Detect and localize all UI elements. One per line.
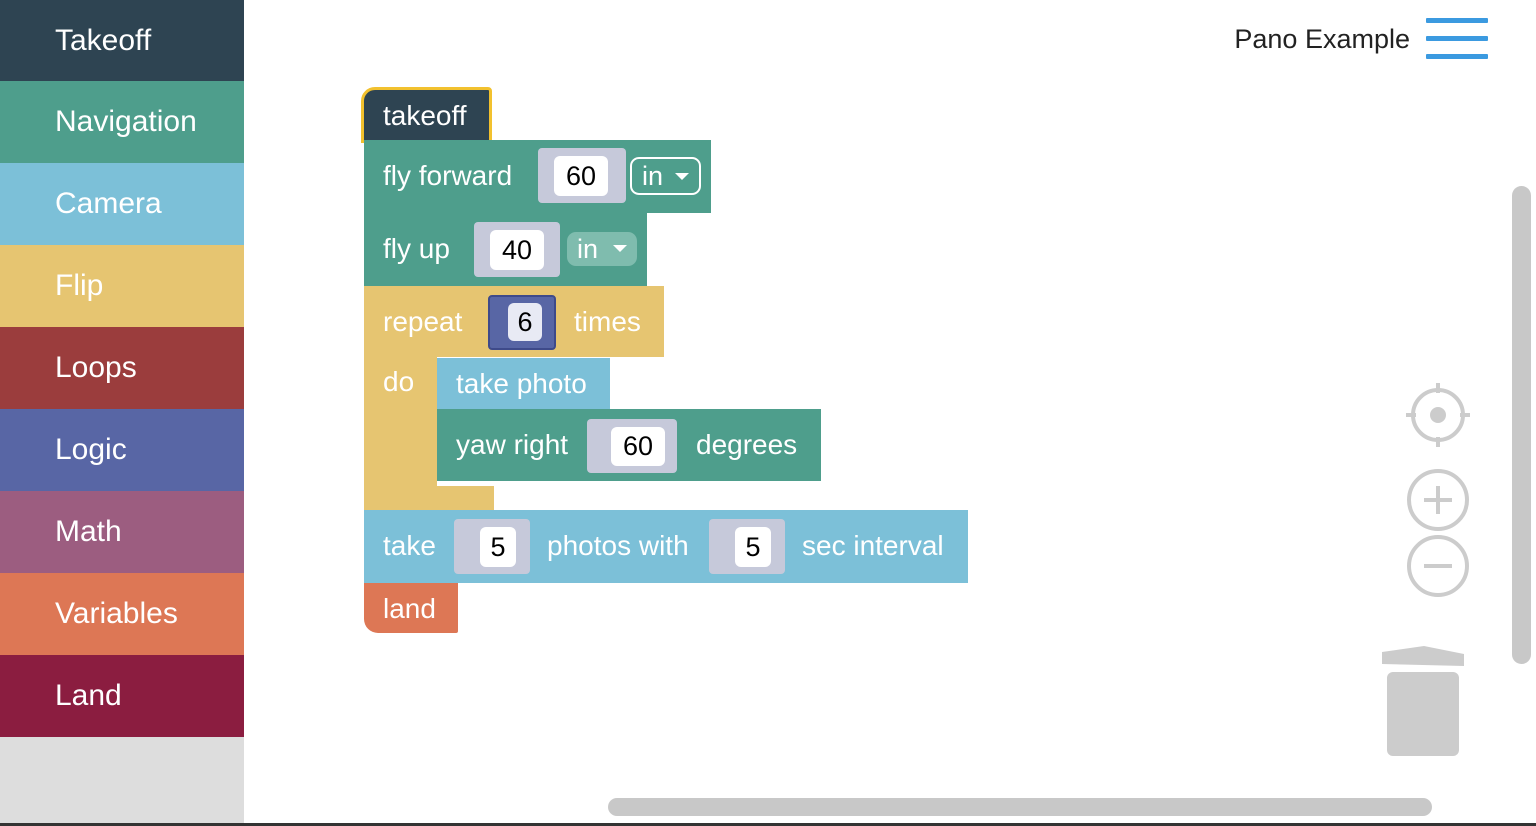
category-label: Land: [55, 679, 122, 712]
chevron-down-icon: [613, 245, 627, 252]
category-math[interactable]: Math: [0, 491, 244, 573]
land-block[interactable]: land: [364, 583, 458, 633]
take-label: take: [383, 530, 436, 561]
take-photos-interval-block[interactable]: take 5 photos with 5 sec interval: [364, 510, 968, 583]
fly-forward-distance-input[interactable]: 60: [554, 156, 608, 196]
yaw-right-degrees-input[interactable]: 60: [611, 427, 665, 466]
vertical-scrollbar[interactable]: [1512, 186, 1531, 664]
takeoff-block[interactable]: takeoff: [361, 87, 492, 143]
land-label: land: [383, 593, 436, 624]
recenter-icon[interactable]: [1404, 381, 1472, 449]
horizontal-scrollbar[interactable]: [608, 798, 1432, 816]
category-logic[interactable]: Logic: [0, 409, 244, 491]
category-label: Logic: [55, 433, 127, 466]
category-takeoff[interactable]: Takeoff: [0, 0, 244, 82]
fly-up-distance-input[interactable]: 40: [490, 230, 544, 270]
fly-up-block[interactable]: fly up 40 in: [364, 213, 647, 286]
category-label: Flip: [55, 269, 104, 302]
category-variables[interactable]: Variables: [0, 573, 244, 655]
hamburger-menu-icon[interactable]: [1426, 18, 1488, 60]
repeat-count-input[interactable]: 6: [508, 303, 542, 341]
category-navigation[interactable]: Navigation: [0, 81, 244, 163]
project-title: Pano Example: [1234, 24, 1410, 54]
repeat-times-label: times: [574, 306, 641, 337]
zoom-out-icon[interactable]: [1404, 532, 1472, 600]
dropdown-value: in: [577, 233, 599, 264]
repeat-label: repeat: [383, 306, 463, 337]
fly-forward-label: fly forward: [383, 160, 513, 191]
category-label: Navigation: [55, 105, 197, 138]
category-flip[interactable]: Flip: [0, 245, 244, 327]
zoom-in-icon[interactable]: [1404, 466, 1472, 534]
category-label: Variables: [55, 597, 178, 630]
fly-up-unit-dropdown[interactable]: in: [567, 232, 637, 266]
take-photo-label: take photo: [456, 368, 587, 399]
trash-icon[interactable]: [1380, 644, 1468, 758]
category-label: Math: [55, 515, 122, 548]
category-label: Takeoff: [55, 24, 152, 57]
category-land[interactable]: Land: [0, 655, 244, 737]
category-label: Loops: [55, 351, 137, 384]
takeoff-block-label: takeoff: [383, 100, 467, 131]
yaw-degrees-label: degrees: [696, 429, 798, 460]
take-photo-block[interactable]: take photo: [437, 358, 610, 410]
photos-with-label: photos with: [547, 530, 689, 561]
interval-seconds-input[interactable]: 5: [735, 527, 771, 567]
repeat-block[interactable]: repeat 6 times: [364, 286, 664, 357]
chevron-down-icon: [675, 173, 689, 180]
category-toolbox: Takeoff Navigation Camera Flip Loops Log…: [0, 0, 244, 826]
yaw-right-label: yaw right: [456, 429, 569, 460]
category-loops[interactable]: Loops: [0, 327, 244, 409]
fly-forward-unit-dropdown[interactable]: in: [630, 157, 701, 195]
yaw-right-block[interactable]: yaw right 60 degrees: [437, 409, 821, 481]
fly-up-label: fly up: [383, 233, 450, 264]
sec-interval-label: sec interval: [802, 530, 944, 561]
repeat-do-label: do: [383, 366, 415, 397]
category-camera[interactable]: Camera: [0, 163, 244, 245]
fly-forward-block[interactable]: fly forward 60 in: [364, 140, 711, 213]
repeat-block-footer: [364, 486, 494, 510]
dropdown-value: in: [642, 160, 664, 191]
category-label: Camera: [55, 187, 162, 220]
photo-count-input[interactable]: 5: [480, 527, 516, 567]
